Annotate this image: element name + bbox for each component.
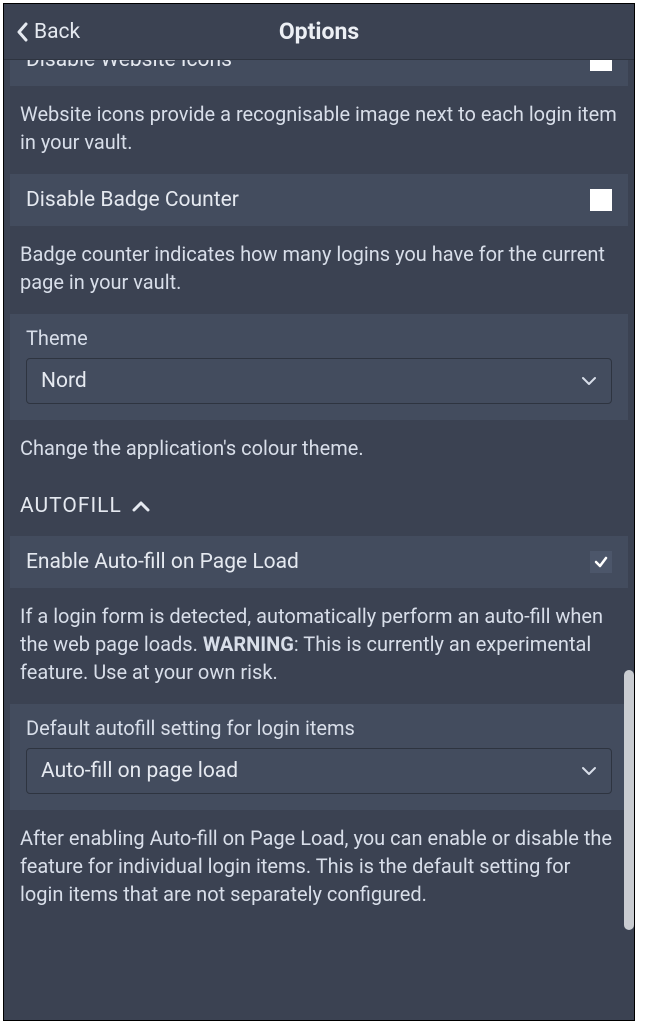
theme-value: Nord (41, 369, 87, 393)
check-icon (593, 554, 609, 570)
warning-label: WARNING (203, 632, 294, 656)
disable-badge-counter-desc: Badge counter indicates how many logins … (4, 230, 634, 310)
theme-block: Theme Nord (10, 314, 628, 420)
scrollbar-thumb[interactable] (624, 670, 634, 930)
enable-autofill-label: Enable Auto-fill on Page Load (26, 550, 590, 574)
scrollbar-track[interactable] (624, 60, 634, 1020)
autofill-section-label: AUTOFILL (20, 494, 122, 518)
content: Disable Website Icons Website icons prov… (4, 60, 634, 922)
options-panel: Back Options Disable Website Icons Websi… (3, 3, 635, 1021)
theme-select[interactable]: Nord (26, 358, 612, 404)
default-autofill-value: Auto-fill on page load (41, 759, 238, 783)
default-autofill-block: Default autofill setting for login items… (10, 704, 628, 810)
disable-badge-counter-row[interactable]: Disable Badge Counter (10, 174, 628, 226)
disable-website-icons-row[interactable]: Disable Website Icons (10, 60, 628, 86)
default-autofill-desc: After enabling Auto-fill on Page Load, y… (4, 814, 634, 922)
page-title: Options (279, 18, 359, 45)
back-label: Back (34, 20, 80, 44)
disable-website-icons-desc: Website icons provide a recognisable ima… (4, 90, 634, 170)
disable-website-icons-label: Disable Website Icons (26, 60, 590, 72)
scroll-area: Disable Website Icons Website icons prov… (4, 60, 634, 1020)
header: Back Options (4, 4, 634, 60)
theme-label: Theme (26, 326, 612, 350)
enable-autofill-checkbox[interactable] (590, 551, 612, 573)
chevron-down-icon (581, 766, 597, 776)
chevron-down-icon (581, 376, 597, 386)
enable-autofill-row[interactable]: Enable Auto-fill on Page Load (10, 536, 628, 588)
disable-badge-counter-label: Disable Badge Counter (26, 188, 590, 212)
default-autofill-label: Default autofill setting for login items (26, 716, 612, 740)
enable-autofill-desc: If a login form is detected, automatical… (4, 592, 634, 700)
disable-website-icons-checkbox[interactable] (590, 60, 612, 71)
chevron-up-icon (132, 500, 150, 512)
chevron-left-icon (16, 22, 28, 42)
default-autofill-select[interactable]: Auto-fill on page load (26, 748, 612, 794)
disable-badge-counter-checkbox[interactable] (590, 189, 612, 211)
autofill-section-header[interactable]: AUTOFILL (4, 476, 634, 532)
back-button[interactable]: Back (16, 4, 80, 60)
theme-desc: Change the application's colour theme. (4, 424, 634, 476)
